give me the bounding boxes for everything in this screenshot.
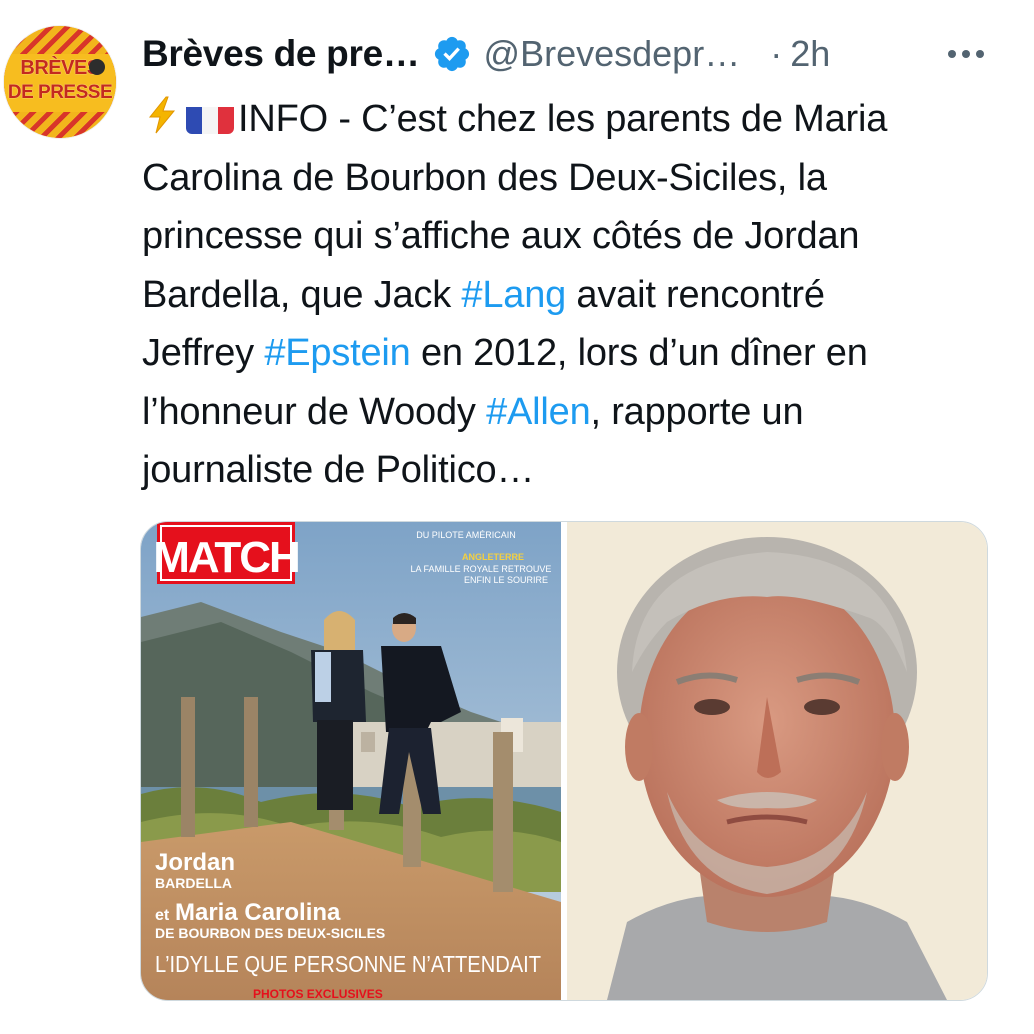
tweet-media: MATCH DU PILOTE AMÉRICAIN ANGLETERRE LA …	[140, 521, 988, 1001]
text-segment: en 2012, lors d’un dîner en	[410, 332, 868, 374]
magazine-cover-image[interactable]: MATCH DU PILOTE AMÉRICAIN ANGLETERRE LA …	[141, 522, 561, 1000]
magazine-headline-1: LA FAMILLE ROYALE RETROUVE	[411, 564, 552, 574]
portrait-graphic	[567, 522, 987, 1000]
verified-badge-icon[interactable]	[432, 34, 472, 74]
magazine-top-line: DU PILOTE AMÉRICAIN	[416, 530, 516, 540]
text-line-6: l’honneur de Woody #Allen, rapporte un	[142, 383, 1012, 442]
magazine-name-2: Maria Carolina	[175, 899, 341, 926]
tweet-card[interactable]: BRÈVES DE PRESSE Brèves de pre… @Brevesd…	[0, 0, 1034, 1034]
text-line-4: Bardella, que Jack #Lang avait rencontré	[142, 266, 1012, 325]
tweet-header: Brèves de pre… @Brevesdepr… · 2h	[142, 28, 830, 80]
separator-dot: ·	[770, 33, 783, 74]
tweet-text: INFO - C’est chez les parents de Maria C…	[142, 90, 1012, 500]
text-segment: princesse qui s’affiche aux côtés de Jor…	[142, 215, 860, 257]
avatar[interactable]: BRÈVES DE PRESSE	[4, 26, 116, 138]
magazine-name-1-sub: BARDELLA	[155, 875, 232, 891]
text-segment: l’honneur de Woody	[142, 390, 487, 433]
hashtag-allen[interactable]: #Allen	[486, 391, 591, 433]
avatar-logo-line-2: DE PRESSE	[7, 82, 113, 103]
text-segment: INFO - C’est chez les parents de Maria	[238, 98, 888, 140]
hashtag-epstein[interactable]: #Epstein	[264, 332, 410, 374]
hashtag-lang[interactable]: #Lang	[461, 274, 566, 316]
magazine-name-2-sub: DE BOURBON DES DEUX-SICILES	[155, 925, 385, 941]
text-line-1: INFO - C’est chez les parents de Maria	[142, 90, 1012, 149]
text-segment: Bardella, que Jack	[142, 273, 462, 316]
globe-icon	[89, 59, 105, 75]
text-segment: Carolina de Bourbon des Deux-Siciles, la	[142, 156, 827, 199]
more-options-icon[interactable]	[946, 42, 986, 66]
magazine-cover-graphic: MATCH DU PILOTE AMÉRICAIN ANGLETERRE LA …	[141, 522, 561, 1000]
display-name[interactable]: Brèves de pre…	[142, 33, 420, 75]
text-segment: Jeffrey	[142, 332, 265, 374]
text-line-2: Carolina de Bourbon des Deux-Siciles, la	[142, 149, 1012, 208]
france-flag-icon	[186, 100, 234, 134]
magazine-tagline: L’IDYLLE QUE PERSONNE N’ATTENDAIT	[155, 951, 541, 977]
magazine-footer: PHOTOS EXCLUSIVES	[253, 987, 383, 1000]
portrait-photo[interactable]	[567, 522, 987, 1000]
account-handle[interactable]: @Brevesdepr…	[484, 33, 741, 75]
text-line-5: Jeffrey #Epstein en 2012, lors d’un dîne…	[142, 324, 1012, 383]
magazine-section: ANGLETERRE	[462, 552, 524, 562]
magazine-name-1: Jordan	[155, 849, 235, 876]
magazine-headline-2: ENFIN LE SOURIRE	[464, 575, 548, 585]
magazine-masthead: MATCH	[153, 533, 299, 582]
text-segment: journaliste de Politico…	[142, 449, 535, 491]
text-line-7: journaliste de Politico…	[142, 441, 1012, 500]
magazine-name-2-prefix: et	[155, 907, 170, 924]
timestamp[interactable]: 2h	[790, 33, 830, 75]
text-segment: , rapporte un	[590, 390, 804, 433]
lightning-icon	[148, 96, 176, 134]
text-segment: avait rencontré	[566, 273, 825, 316]
text-line-3: princesse qui s’affiche aux côtés de Jor…	[142, 207, 1012, 266]
